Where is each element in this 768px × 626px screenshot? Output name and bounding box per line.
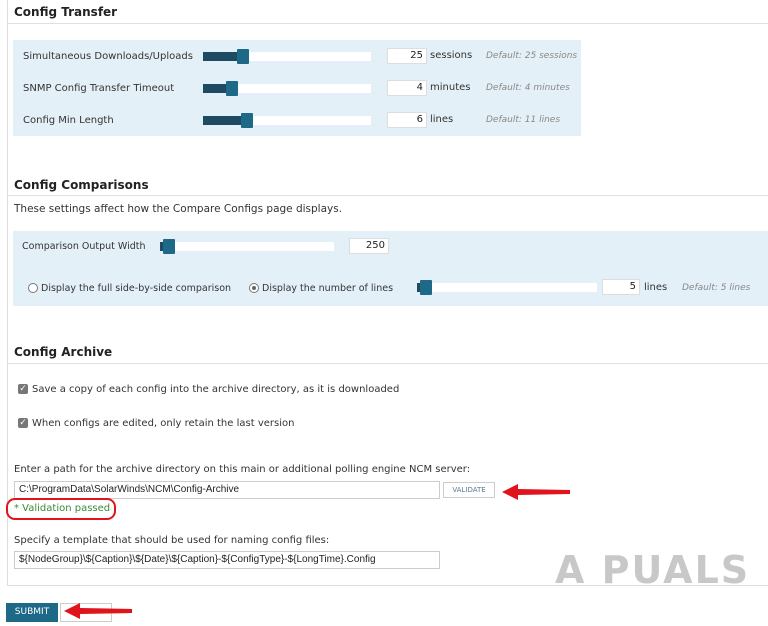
config-archive-heading: Config Archive bbox=[14, 345, 113, 359]
setting-default: Default: 11 lines bbox=[486, 115, 561, 125]
lines-input[interactable]: 5 bbox=[602, 279, 640, 295]
comparison-width-input[interactable]: 250 bbox=[349, 238, 389, 254]
annotation-arrow-icon bbox=[64, 603, 132, 619]
save-copy-checkbox[interactable]: ✓ bbox=[18, 384, 28, 394]
retain-last-checkbox[interactable]: ✓ bbox=[18, 418, 28, 428]
setting-default: Default: 4 minutes bbox=[486, 83, 570, 93]
radio-number-of-lines[interactable] bbox=[249, 283, 259, 293]
slider-handle[interactable] bbox=[162, 239, 175, 254]
setting-value-input[interactable]: 4 bbox=[387, 80, 427, 96]
setting-slider[interactable] bbox=[203, 49, 371, 64]
slider-handle[interactable] bbox=[237, 49, 250, 64]
setting-value-input[interactable]: 25 bbox=[387, 48, 427, 64]
lines-default: Default: 5 lines bbox=[682, 283, 751, 293]
slider-handle[interactable] bbox=[240, 113, 253, 128]
comparisons-description: These settings affect how the Compare Co… bbox=[14, 203, 343, 215]
radio-lines-label: Display the number of lines bbox=[262, 283, 394, 294]
divider bbox=[8, 195, 768, 196]
setting-default: Default: 25 sessions bbox=[486, 51, 578, 61]
watermark-logo: A PUALS bbox=[555, 548, 751, 592]
retain-last-label: When configs are edited, only retain the… bbox=[32, 418, 295, 429]
archive-path-input[interactable]: C:\ProgramData\SolarWinds\NCM\Config-Arc… bbox=[14, 481, 440, 499]
slider-handle[interactable] bbox=[420, 280, 432, 295]
setting-slider[interactable] bbox=[203, 81, 371, 96]
lines-slider[interactable] bbox=[417, 280, 597, 295]
annotation-arrow-icon bbox=[502, 484, 570, 500]
setting-label: Simultaneous Downloads/Uploads bbox=[23, 51, 193, 62]
setting-label: Config Min Length bbox=[23, 115, 114, 126]
setting-unit: sessions bbox=[430, 50, 473, 61]
setting-unit: lines bbox=[430, 114, 454, 125]
save-copy-label: Save a copy of each config into the arch… bbox=[32, 384, 400, 395]
archive-path-label: Enter a path for the archive directory o… bbox=[14, 464, 471, 475]
setting-value-input[interactable]: 6 bbox=[387, 112, 427, 128]
slider-handle[interactable] bbox=[225, 81, 238, 96]
lines-unit: lines bbox=[644, 282, 668, 293]
template-input[interactable]: ${NodeGroup}\${Caption}\${Date}\${Captio… bbox=[14, 551, 440, 569]
setting-slider[interactable] bbox=[203, 113, 371, 128]
validate-button[interactable]: VALIDATE bbox=[443, 482, 495, 498]
comparison-width-label: Comparison Output Width bbox=[22, 241, 146, 252]
divider bbox=[8, 363, 768, 364]
setting-unit: minutes bbox=[430, 82, 471, 93]
config-transfer-heading: Config Transfer bbox=[14, 5, 118, 19]
annotation-circle bbox=[6, 498, 116, 520]
divider bbox=[8, 23, 768, 24]
radio-full-comparison[interactable] bbox=[28, 283, 38, 293]
config-comparisons-heading: Config Comparisons bbox=[14, 178, 149, 192]
setting-label: SNMP Config Transfer Timeout bbox=[23, 83, 175, 94]
comparison-width-slider[interactable] bbox=[160, 239, 334, 254]
radio-full-label: Display the full side-by-side comparison bbox=[41, 283, 232, 294]
template-label: Specify a template that should be used f… bbox=[14, 535, 330, 546]
submit-button[interactable]: SUBMIT bbox=[6, 603, 58, 622]
